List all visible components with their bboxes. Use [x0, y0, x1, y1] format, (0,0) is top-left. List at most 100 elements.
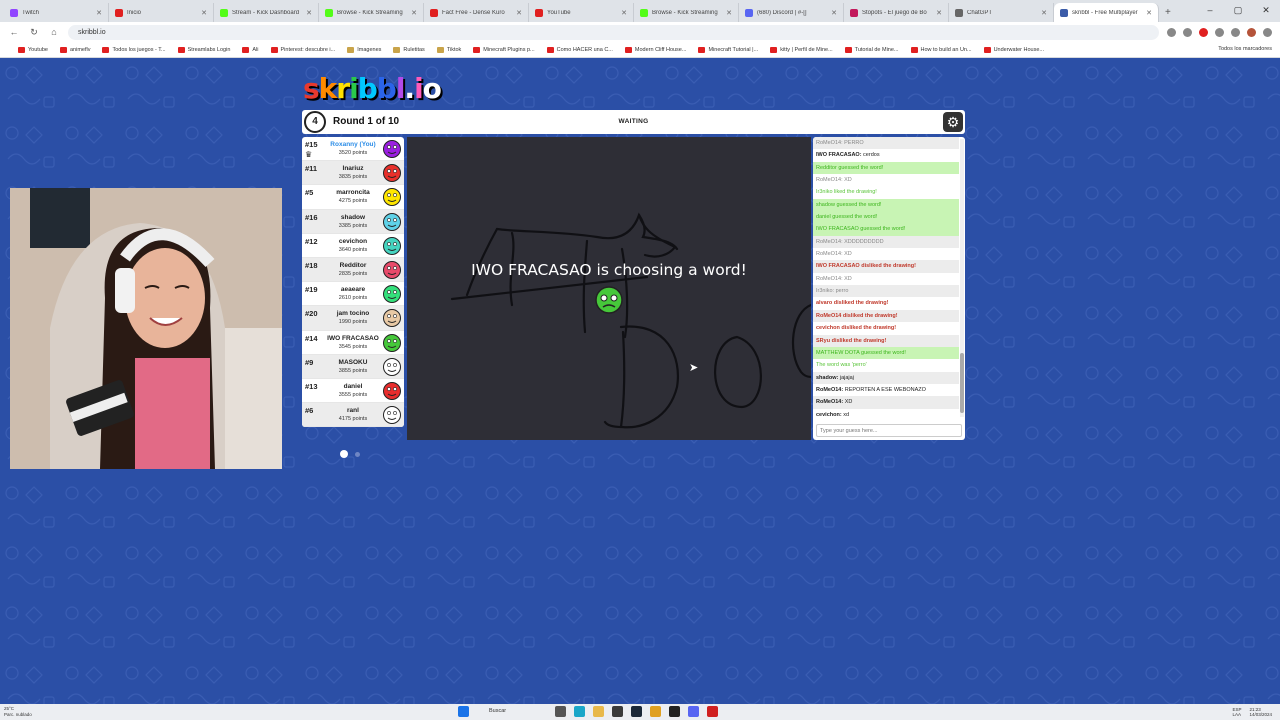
app-m-icon[interactable] [669, 706, 680, 717]
player-name: MASOKU [338, 358, 368, 366]
bookmarks-bar: Youtube animeflv Todos los juegos - T... St… [0, 42, 1280, 58]
app-red-icon[interactable] [707, 706, 718, 717]
browser-tab[interactable]: Fact Free - Dense Kuro ✕ [424, 3, 529, 22]
extension-icon[interactable] [1215, 27, 1224, 37]
tab-close-icon[interactable]: ✕ [516, 9, 522, 17]
player-row[interactable]: #11 Inariuz 3835 points [302, 161, 404, 186]
download-icon[interactable] [1231, 27, 1240, 37]
tab-close-icon[interactable]: ✕ [726, 9, 732, 17]
reload-icon[interactable]: ↻ [28, 27, 40, 38]
bookmark-item[interactable]: Ali [242, 46, 259, 53]
tab-close-icon[interactable]: ✕ [306, 9, 312, 17]
steam-icon[interactable] [631, 706, 642, 717]
file-explorer-icon[interactable] [593, 706, 604, 717]
bookmark-star-icon[interactable] [1183, 27, 1192, 37]
menu-dots-icon[interactable] [1263, 27, 1272, 37]
tab-close-icon[interactable]: ✕ [1146, 9, 1152, 17]
browser-tab[interactable]: (680) Discord | #-[] ✕ [739, 3, 844, 22]
chrome-icon[interactable] [650, 706, 661, 717]
bookmark-item[interactable]: Imagenes [347, 46, 381, 53]
bookmark-favicon-icon [698, 46, 706, 53]
browser-tab-active[interactable]: skribbl - Free Multiplayer ✕ [1054, 3, 1159, 22]
all-bookmarks-button[interactable]: Todos los marcadores [1218, 46, 1272, 52]
browser-tab[interactable]: Browse - Kick Streaming ✕ [319, 3, 424, 22]
browser-tab[interactable]: Browse - Kick Streaming ✕ [634, 3, 739, 22]
browser-tab[interactable]: Stream - Kick Dashboard ✕ [214, 3, 319, 22]
player-row[interactable]: #16 shadow 3385 points [302, 209, 404, 234]
edge-icon[interactable] [574, 706, 585, 717]
bookmark-item[interactable]: Tutorial de Mine... [844, 46, 899, 53]
chat-text: RoMeO14: PERRO [816, 140, 864, 146]
bookmark-item[interactable]: How to build an Un... [910, 46, 972, 53]
opera-icon[interactable] [1199, 27, 1208, 37]
translate-icon[interactable] [1167, 27, 1176, 37]
settings-gear-icon[interactable]: ⚙ [943, 112, 963, 132]
home-icon[interactable]: ⌂ [48, 27, 60, 37]
bookmark-item[interactable]: Tiktok [436, 46, 461, 53]
minecraft-icon[interactable] [612, 706, 623, 717]
player-rank: #13 [305, 381, 318, 391]
player-row[interactable]: #15 Roxanny (You) 3520 points ♛ [302, 137, 404, 162]
player-name: shadow [340, 213, 366, 221]
language-indicator[interactable]: ESP LAA [1232, 707, 1241, 717]
bookmark-label: Minecraft Tutorial |... [708, 46, 759, 53]
game-status: WAITING [618, 118, 649, 125]
bookmark-item[interactable]: Como HACER una C... [546, 46, 613, 53]
chat-message: RoMeO14: XD [813, 174, 959, 187]
player-points: 3545 points [338, 343, 368, 350]
player-row[interactable]: #20 jam tocino 1990 points [302, 306, 404, 331]
browser-tab[interactable]: Inicio ✕ [109, 3, 214, 22]
bookmark-item[interactable]: animeflv [60, 46, 90, 53]
player-row[interactable]: #6 ranl 4175 points [302, 403, 404, 427]
chat-scrollbar[interactable] [960, 139, 964, 417]
tab-close-icon[interactable]: ✕ [411, 9, 417, 17]
bookmark-item[interactable]: Streamlabs Login [177, 46, 230, 53]
profile-avatar-icon[interactable] [1247, 27, 1256, 37]
bookmark-item[interactable]: Todos los juegos - T... [102, 46, 166, 53]
tab-close-icon[interactable]: ✕ [831, 9, 837, 17]
carousel-dot-active[interactable] [340, 450, 348, 458]
browser-tab[interactable]: YouTube ✕ [529, 3, 634, 22]
chat-guess-input[interactable] [816, 424, 962, 437]
browser-tab[interactable]: ChatGPT ✕ [949, 3, 1054, 22]
clock[interactable]: 21:23 14/03/2024 [1249, 707, 1272, 717]
tab-label: Stream - Kick Dashboard [232, 9, 300, 16]
bookmark-item[interactable]: Pinterest: descubre i... [270, 46, 335, 53]
bookmark-item[interactable]: Ruletitas [393, 46, 425, 53]
browser-tab[interactable]: Stopots - El juego de Bo ✕ [844, 3, 949, 22]
bookmark-item[interactable]: Modern Cliff House... [624, 46, 686, 53]
windows-start-icon[interactable] [458, 706, 469, 717]
task-view-icon[interactable] [555, 706, 566, 717]
discord-icon[interactable] [688, 706, 699, 717]
player-row[interactable]: #19 aeaeare 2610 points [302, 282, 404, 307]
tab-close-icon[interactable]: ✕ [1041, 9, 1047, 17]
minimize-icon[interactable]: – [1196, 0, 1224, 20]
tab-close-icon[interactable]: ✕ [96, 9, 102, 17]
player-row[interactable]: #13 daniel 3555 points [302, 379, 404, 404]
tab-close-icon[interactable]: ✕ [201, 9, 207, 17]
player-row[interactable]: #9 MASOKU 3855 points [302, 354, 404, 379]
close-window-icon[interactable]: ✕ [1252, 0, 1280, 20]
bookmark-item[interactable]: Underwater House... [983, 46, 1044, 53]
bookmark-item[interactable]: Minecraft Plugins p... [473, 46, 535, 53]
bookmark-item[interactable]: Minecraft Tutorial |... [698, 46, 759, 53]
player-points: 2610 points [338, 295, 368, 302]
bookmark-item[interactable]: Youtube [18, 46, 48, 53]
bookmark-item[interactable]: kitty | Perfil de Mine... [770, 46, 833, 53]
weather-widget[interactable]: 25°C Parc. nublado [4, 706, 32, 717]
drawing-canvas[interactable]: IWO FRACASAO is choosing a word! ➤ [407, 137, 811, 440]
browser-tab[interactable]: Twitch ✕ [4, 3, 109, 22]
player-row[interactable]: #12 cevichon 3640 points [302, 234, 404, 258]
player-row[interactable]: #18 Redditor 2835 points [302, 257, 404, 283]
carousel-dot[interactable] [355, 451, 360, 457]
chat-scrollbar-thumb[interactable] [960, 353, 964, 413]
taskbar-search[interactable]: Buscar [477, 706, 547, 717]
back-icon[interactable]: ← [8, 27, 20, 37]
maximize-icon[interactable]: ▢ [1224, 0, 1252, 20]
player-row[interactable]: #5 marroncita 4275 points [302, 185, 404, 210]
tab-close-icon[interactable]: ✕ [621, 9, 627, 17]
player-row[interactable]: #14 IWO FRACASAO 3545 points [302, 331, 404, 355]
new-tab-icon[interactable]: + [1159, 3, 1177, 22]
tab-close-icon[interactable]: ✕ [936, 9, 942, 17]
address-input[interactable]: skribbl.io [68, 24, 1159, 40]
